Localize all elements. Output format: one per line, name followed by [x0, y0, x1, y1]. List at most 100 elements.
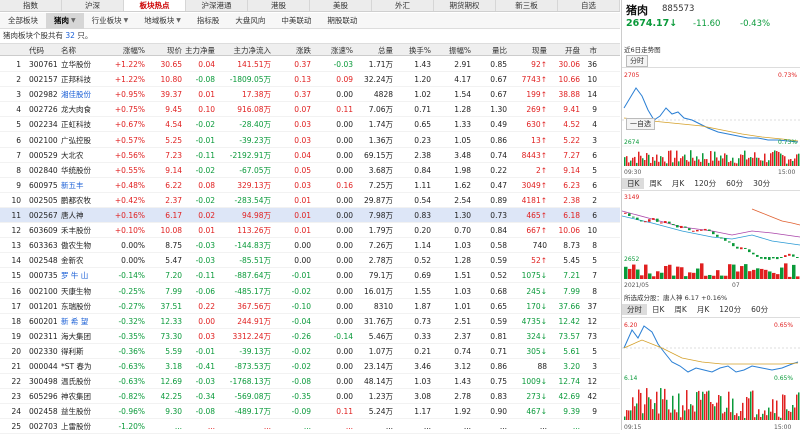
add-watchlist-button[interactable]: 一自选: [626, 118, 655, 130]
table-cell: 88: [537, 362, 547, 371]
period-tab[interactable]: 月K: [692, 304, 714, 315]
period-tab[interactable]: 月K: [667, 178, 689, 189]
table-row[interactable]: 17 001201 东瑞股份 -0.27% 37.51 0.22 367.56万 -0.10 0…: [0, 299, 620, 314]
table-cell: 8443↑: [521, 150, 547, 160]
table-row[interactable]: 12 603609 禾丰股份 +0.10% 10.08 0.01 113.26万 0.01 0.…: [0, 223, 620, 239]
sector-tab[interactable]: 地域板块 ▼: [136, 13, 189, 29]
market-tab[interactable]: 期货期权: [434, 0, 496, 11]
sector-tab[interactable]: 大盘风向: [227, 13, 273, 29]
column-header[interactable]: 主力净流入: [218, 44, 274, 55]
column-header[interactable]: 开盘: [550, 44, 583, 55]
period-tab[interactable]: 分时: [622, 304, 647, 315]
column-header[interactable]: 名称: [58, 44, 106, 55]
table-row[interactable]: 22 300498 温氏股份 -0.63% 12.69 -0.03 -1768.13万 -0.…: [0, 374, 620, 390]
table-cell: 39.37: [160, 90, 182, 100]
market-tab[interactable]: 板块热点: [124, 0, 186, 11]
period-tab[interactable]: 周K: [669, 304, 691, 315]
table-cell: 667↑: [526, 226, 547, 236]
volume-bar: [792, 264, 796, 279]
table-row[interactable]: 3 002982 湘佳股份 +0.95% 39.37 0.01 17.38万 0.37 0.00…: [0, 87, 620, 103]
table-row[interactable]: 16 002100 天康生物 -0.25% 7.99 -0.06 -485.17万 -0.02…: [0, 284, 620, 299]
table-row[interactable]: 24 002458 益生股份 -0.96% 9.30 -0.08 -489.17万 -0.09…: [0, 404, 620, 420]
market-tab[interactable]: 美股: [310, 0, 372, 11]
column-header[interactable]: 涨跌: [274, 44, 314, 55]
table-row[interactable]: 20 002330 得利斯 -0.36% 5.59 -0.01 -39.13万 -0.02 0.…: [0, 344, 620, 359]
column-header[interactable]: 涨幅%: [106, 44, 148, 55]
market-tab[interactable]: 沪深: [62, 0, 124, 11]
table-row[interactable]: 19 002311 海大集团 -0.35% 73.30 0.03 3312.24万 -0.26…: [0, 329, 620, 344]
table-row[interactable]: 5 002234 正虹科技 +0.67% 4.54 -0.02 -28.40万 0.03 0.0…: [0, 117, 620, 133]
sector-tab[interactable]: 指标股: [189, 13, 228, 29]
column-header[interactable]: 总量: [356, 44, 396, 55]
column-header[interactable]: 主力净量: [185, 44, 218, 55]
table-row[interactable]: 23 605296 神农集团 -0.82% 42.25 -0.34 -569.08万 -0.3…: [0, 389, 620, 405]
table-row[interactable]: 25 002703 上雷股份 -1.20%......................…: [0, 419, 620, 434]
period-tab[interactable]: 60分: [746, 304, 773, 315]
volume-bar: [652, 409, 654, 420]
period-tab[interactable]: 120分: [714, 304, 746, 315]
table-row[interactable]: 11 002567 唐人神 +0.16% 6.17 0.02 94.98万 0.01 0.00 7…: [0, 208, 620, 224]
sector-tab[interactable]: 全部板块: [0, 13, 46, 29]
table-row[interactable]: 6 002100 广弘控股 +0.57% 5.25 -0.01 -39.23万 0.03 0.0…: [0, 133, 620, 148]
table-row[interactable]: 13 603363 傲农生物 0.00% 8.75 -0.03 -144.83万 0.00 0.…: [0, 238, 620, 254]
volume-bar: [728, 391, 730, 420]
table-row[interactable]: 21 000044 *ST 春为 -0.63% 3.18 -0.41 -873.53万 -0.…: [0, 359, 620, 375]
table-cell: 9.45: [165, 105, 182, 115]
market-tab[interactable]: 新三板: [496, 0, 558, 11]
table-cell: 0.00: [336, 150, 353, 160]
sector-tab[interactable]: 中美联动: [273, 13, 319, 29]
table-row[interactable]: 7 000529 大北农 +0.56% 7.23 -0.11 -2192.91万 0.04 0.…: [0, 148, 620, 163]
table-cell: 6: [592, 211, 597, 220]
volume-bar: [752, 390, 754, 420]
table-cell: 3.12: [454, 362, 471, 371]
table-row[interactable]: 18 600201 新 希 望 -0.32% 12.33 0.00 244.91万 -0.04…: [0, 314, 620, 329]
column-header[interactable]: 量比: [474, 44, 510, 55]
table-cell: 1.62: [454, 180, 471, 190]
table-row[interactable]: 8 002840 华统股份 +0.55% 9.14 -0.02 -67.05万 0.05 0.0…: [0, 163, 620, 178]
column-header[interactable]: 振幅%: [434, 44, 474, 55]
table-cell: 罗 牛 山: [61, 271, 89, 281]
table-cell: -485.17万: [234, 286, 271, 296]
table-cell: -39.13万: [239, 346, 271, 356]
table-row[interactable]: 1 300761 立华股份 +1.22% 30.65 0.04 141.51万 0.37 -0.…: [0, 57, 620, 73]
sector-tab[interactable]: 猪肉 ▼: [46, 12, 84, 29]
period-tab[interactable]: 周K: [644, 178, 666, 189]
sector-tab[interactable]: 期股联动: [319, 13, 365, 29]
table-row[interactable]: 10 002505 鹏都农牧 +0.42% 2.37 -0.02 -283.54万 0.01 0…: [0, 193, 620, 208]
column-header[interactable]: 代码: [26, 44, 58, 55]
table-cell: -0.36%: [118, 346, 145, 356]
column-header[interactable]: 市: [583, 44, 600, 55]
market-tab[interactable]: 沪深港通: [186, 0, 248, 11]
market-tab[interactable]: 港股: [248, 0, 310, 11]
table-cell: 21: [11, 362, 21, 371]
sector-tab[interactable]: 行业板块 ▼: [84, 13, 137, 29]
table-cell: +0.55%: [114, 165, 145, 175]
column-header[interactable]: [0, 44, 26, 55]
period-tab[interactable]: 日K: [622, 178, 645, 189]
period-tab[interactable]: 30分: [748, 178, 775, 189]
column-header[interactable]: 换手%: [396, 44, 434, 55]
table-cell: 6.23: [563, 180, 580, 190]
down-arrow-icon: ↓: [669, 18, 678, 29]
table-row[interactable]: 14 002548 金新农 0.00% 5.47 -0.03 -85.51万 0.00 0.00…: [0, 253, 620, 269]
table-row[interactable]: 9 600975 新五丰 +0.48% 6.22 0.08 329.13万 0.03 0.16 7…: [0, 178, 620, 193]
table-row[interactable]: 15 000735 罗 牛 山 -0.14% 7.20 -0.11 -887.64万 -0.0…: [0, 268, 620, 284]
volume-bar: [794, 158, 796, 166]
market-tab[interactable]: 自选: [558, 0, 620, 11]
table-cell: 15: [11, 271, 21, 281]
table-row[interactable]: 4 002726 龙大肉食 +0.75% 9.45 0.10 916.08万 0.07 0.11…: [0, 102, 620, 118]
sector-sub-tabs: 全部板块 猪肉 ▼ 行业板块 ▼ 地域板块 ▼ 指标股 大盘风向 中美联动 期股联动: [0, 12, 620, 29]
table-cell: 0.11: [336, 105, 353, 115]
volume-bar: [676, 150, 678, 166]
column-header[interactable]: 涨速%: [314, 44, 356, 55]
column-header[interactable]: 现量: [510, 44, 550, 55]
table-cell: -0.02: [195, 120, 215, 130]
period-tab[interactable]: 60分: [721, 178, 748, 189]
intraday-button[interactable]: 分时: [626, 55, 648, 67]
period-tab[interactable]: 120分: [689, 178, 721, 189]
market-tab[interactable]: 指数: [0, 0, 62, 11]
market-tab[interactable]: 外汇: [372, 0, 434, 11]
table-row[interactable]: 2 002157 正邦科技 +1.22% 10.80 -0.08 -1809.05万 0.13…: [0, 72, 620, 88]
period-tab[interactable]: 日K: [647, 304, 669, 315]
column-header[interactable]: 现价: [148, 44, 185, 55]
